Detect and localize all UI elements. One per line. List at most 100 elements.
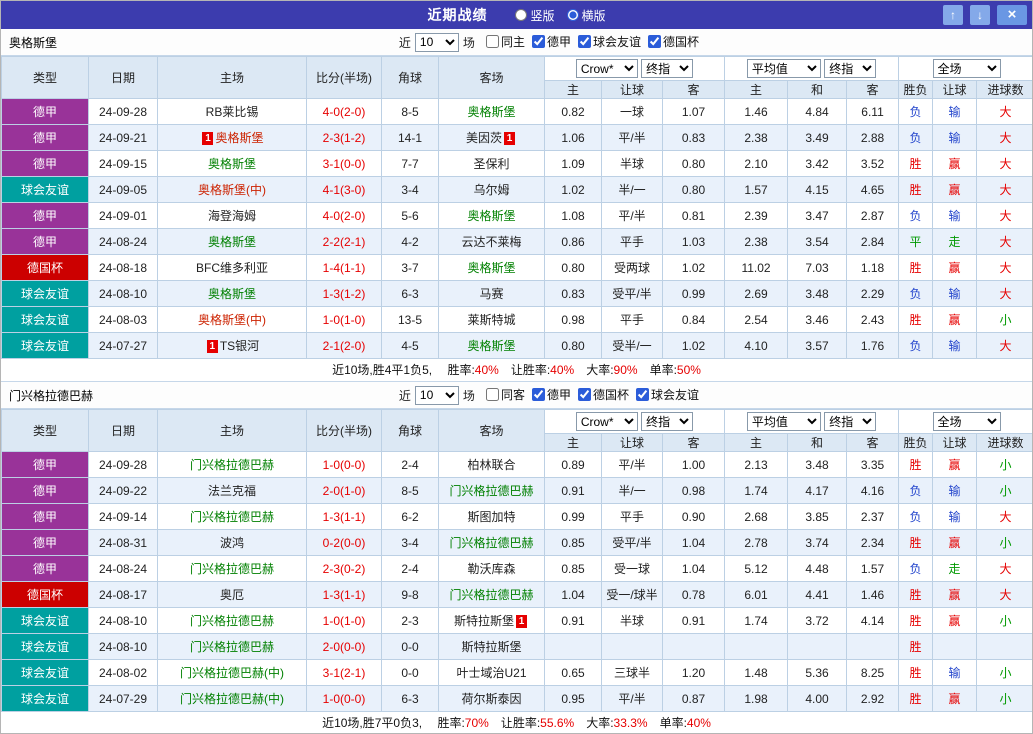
league-type-cell: 球会友谊 [2,307,89,333]
checkbox-input[interactable] [578,35,591,48]
handicap-cell: 半/一 [602,177,663,203]
asia-odds-selects: Crow* 终指 [545,410,725,434]
match-row: 德甲24-09-14门兴格拉德巴赫1-3(1-1)6-2斯图加特0.99平手0.… [2,504,1033,530]
match-row: 德甲24-09-28门兴格拉德巴赫1-0(0-0)2-4柏林联合0.89平/半1… [2,452,1033,478]
scope-select[interactable]: 全场 [933,59,1001,78]
team-name: 奥格斯堡 [467,339,515,353]
euro-bookmaker-select[interactable]: 平均值 [747,59,821,78]
vertical-radio-label: 竖版 [530,7,554,24]
team-name: TS银河 [220,339,259,353]
recent-count-select[interactable]: 10 [415,386,459,405]
handicap-result-cell: 输 [933,99,977,125]
handicap-result-cell: 赢 [933,686,977,712]
league-type-cell: 德甲 [2,203,89,229]
checkbox-input[interactable] [532,35,545,48]
euro-odds-type-select[interactable]: 终指 [824,59,876,78]
away-team-cell: 勒沃库森 [439,556,545,582]
filter-checkbox-德甲[interactable]: 德甲 [532,33,571,50]
score-cell: 3-1(2-1) [307,660,382,686]
euro-odds-type-select[interactable]: 终指 [824,412,876,431]
goals-cell: 大 [977,504,1033,530]
corners-cell: 7-7 [382,151,439,177]
home-team-cell: 门兴格拉德巴赫 [158,556,307,582]
home-team-cell: 法兰克福 [158,478,307,504]
col-type: 类型 [2,57,89,99]
checkbox-label: 德国杯 [593,386,629,403]
close-button[interactable]: × [997,5,1027,25]
handicap-cell: 一球 [602,99,663,125]
scope-select[interactable]: 全场 [933,412,1001,431]
euro-home-odds-cell: 2.54 [725,307,788,333]
euro-draw-odds-cell: 5.36 [788,660,847,686]
euro-home-odds-cell: 2.69 [725,281,788,307]
filter-checkbox-同客[interactable]: 同客 [486,386,525,403]
handicap-cell: 平/半 [602,452,663,478]
vertical-radio-input[interactable] [515,9,527,21]
sub-euro-home: 主 [725,81,788,99]
asia-home-odds-cell: 0.99 [545,504,602,530]
away-team-cell: 门兴格拉德巴赫 [439,530,545,556]
team-name: 奥格斯堡 [467,209,515,223]
layout-radio-horizontal[interactable]: 横版 [567,7,606,24]
move-down-button[interactable]: ↓ [970,5,990,25]
euro-draw-odds-cell: 3.46 [788,307,847,333]
checkbox-input[interactable] [578,388,591,401]
corners-cell: 13-5 [382,307,439,333]
home-team-cell: 门兴格拉德巴赫 [158,634,307,660]
checkbox-input[interactable] [486,35,499,48]
handicap-cell: 半球 [602,608,663,634]
score-cell: 1-3(1-1) [307,504,382,530]
checkbox-input[interactable] [532,388,545,401]
horizontal-radio-input[interactable] [567,9,579,21]
recent-count-select[interactable]: 10 [415,33,459,52]
result-cell: 胜 [899,686,933,712]
score-cell: 1-3(1-1) [307,582,382,608]
filter-checkbox-同主[interactable]: 同主 [486,33,525,50]
asia-bookmaker-select[interactable]: Crow* [576,412,638,431]
filter-checkbox-球会友谊[interactable]: 球会友谊 [636,386,699,403]
euro-bookmaker-select[interactable]: 平均值 [747,412,821,431]
filter-checkbox-德国杯[interactable]: 德国杯 [648,33,699,50]
asia-home-odds-cell: 0.91 [545,478,602,504]
team-name: RB莱比锡 [206,105,259,119]
team-name: 奥格斯堡(中) [198,183,266,197]
euro-away-odds-cell: 2.37 [847,504,899,530]
euro-away-odds-cell: 3.52 [847,151,899,177]
asia-bookmaker-select[interactable]: Crow* [576,59,638,78]
team-name: 门兴格拉德巴赫 [190,640,274,654]
checkbox-input[interactable] [486,388,499,401]
team-name: 海登海姆 [208,209,256,223]
filter-checkbox-球会友谊[interactable]: 球会友谊 [578,33,641,50]
stat-value: 33.3% [614,716,648,730]
away-team-cell: 美因茨1 [439,125,545,151]
match-row: 球会友谊24-08-10奥格斯堡1-3(1-2)6-3马赛0.83受平/半0.9… [2,281,1033,307]
layout-radio-vertical[interactable]: 竖版 [515,7,554,24]
match-row: 德甲24-09-15奥格斯堡3-1(0-0)7-7圣保利1.09半球0.802.… [2,151,1033,177]
euro-draw-odds-cell: 4.48 [788,556,847,582]
handicap-result-cell: 走 [933,229,977,255]
asia-away-odds-cell: 1.03 [663,229,725,255]
asia-home-odds-cell: 0.82 [545,99,602,125]
asia-away-odds-cell: 0.80 [663,151,725,177]
checkbox-input[interactable] [636,388,649,401]
handicap-result-cell: 赢 [933,151,977,177]
checkbox-input[interactable] [648,35,661,48]
team-name: 奥格斯堡(中) [198,313,266,327]
result-cell: 负 [899,556,933,582]
asia-odds-type-select[interactable]: 终指 [641,59,693,78]
asia-away-odds-cell: 0.87 [663,686,725,712]
scope-select-cell: 全场 [899,410,1033,434]
stat-value: 40% [687,716,711,730]
result-cell: 负 [899,478,933,504]
filter-checkbox-德国杯[interactable]: 德国杯 [578,386,629,403]
away-team-cell: 斯特拉斯堡 [439,634,545,660]
stat-value: 70% [465,716,489,730]
matches-table: 类型 日期 主场 比分(半场) 角球 客场 Crow* 终指 平均值 终指 [1,56,1033,359]
euro-draw-odds-cell: 3.85 [788,504,847,530]
team-name: 门兴格拉德巴赫(中) [180,666,284,680]
asia-odds-type-select[interactable]: 终指 [641,412,693,431]
filter-checkbox-德甲[interactable]: 德甲 [532,386,571,403]
home-team-cell: 门兴格拉德巴赫 [158,608,307,634]
move-up-button[interactable]: ↑ [943,5,963,25]
date-cell: 24-09-28 [89,99,158,125]
